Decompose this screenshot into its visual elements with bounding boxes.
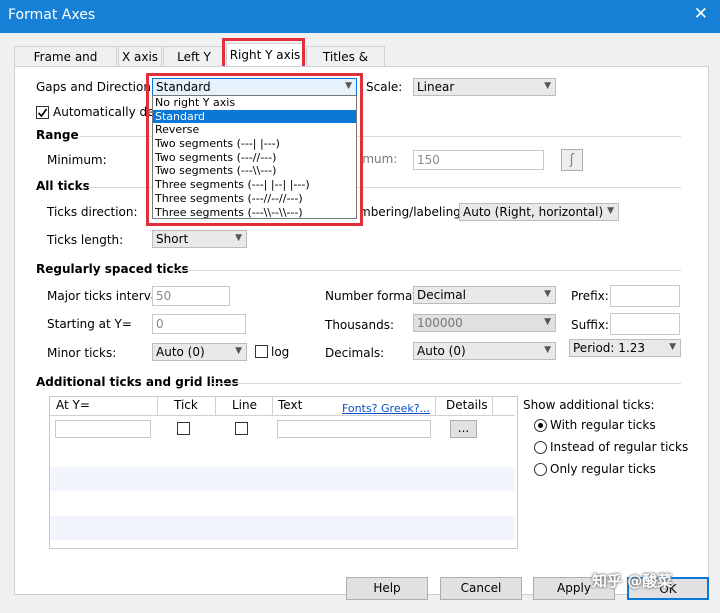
grid-row-stripe	[50, 516, 515, 540]
tab-x-axis[interactable]: X axis	[118, 46, 162, 68]
grid-col-divider	[157, 397, 158, 415]
all-ticks-section-title: All ticks	[36, 179, 90, 193]
fonts-greek-link[interactable]: Fonts? Greek?...	[342, 402, 430, 415]
decimals-value: Auto (0)	[417, 344, 466, 358]
show-additional-label: Show additional ticks:	[523, 398, 655, 412]
numbering-select[interactable]: Auto (Right, horizontal) ▼	[459, 203, 619, 221]
decimals-select[interactable]: Auto (0) ▼	[413, 342, 556, 360]
help-button[interactable]: Help	[346, 577, 428, 600]
details-button[interactable]: ...	[450, 420, 477, 438]
radio-instead-of-regular[interactable]	[534, 441, 547, 454]
text-input[interactable]	[277, 420, 431, 438]
ticks-length-value: Short	[156, 232, 189, 246]
thousands-select[interactable]: 100000 ▼	[413, 314, 556, 332]
grid-col-divider	[272, 397, 273, 415]
ticks-length-select[interactable]: Short ▼	[152, 230, 247, 248]
thousands-value: 100000	[417, 316, 463, 330]
tab-left-y-axis[interactable]: Left Y axis	[163, 46, 225, 84]
minor-ticks-select[interactable]: Auto (0) ▼	[152, 343, 247, 361]
chevron-down-icon: ▼	[235, 346, 242, 356]
prefix-label: Prefix:	[571, 289, 609, 303]
decimals-label: Decimals:	[325, 346, 385, 360]
maximum-label: imum:	[359, 152, 398, 166]
radio-with-regular-label: With regular ticks	[550, 418, 656, 432]
numbering-value: Auto (Right, horizontal)	[463, 205, 604, 219]
tick-checkbox[interactable]	[177, 422, 190, 435]
radio-only-regular[interactable]	[534, 463, 547, 476]
scale-value: Linear	[417, 80, 455, 94]
additional-section-title: Additional ticks and grid lines	[36, 375, 239, 389]
ticks-direction-label: Ticks direction:	[47, 205, 138, 219]
range-section-title: Range	[36, 128, 79, 142]
major-interval-input[interactable]: 50	[152, 286, 230, 306]
major-interval-label: Major ticks interval:	[47, 289, 166, 303]
grid-col-divider	[215, 397, 216, 415]
hook-button[interactable]: ʃ	[561, 149, 583, 171]
dialog-body: Frame and Origin X axis Left Y axis Righ…	[0, 33, 720, 613]
number-format-select[interactable]: Decimal ▼	[413, 286, 556, 304]
col-tick: Tick	[174, 398, 198, 412]
minor-ticks-value: Auto (0)	[156, 345, 205, 359]
log-label: log	[271, 345, 290, 359]
numbering-label: mbering/labeling:	[359, 205, 465, 219]
chevron-down-icon: ▼	[235, 233, 242, 243]
col-at-y: At Y=	[56, 398, 90, 412]
chevron-down-icon: ▼	[544, 81, 551, 91]
line-checkbox[interactable]	[235, 422, 248, 435]
radio-instead-of-regular-label: Instead of regular ticks	[550, 440, 689, 454]
chevron-down-icon: ▼	[669, 342, 676, 352]
at-y-input[interactable]	[55, 420, 151, 438]
window-title: Format Axes	[8, 7, 96, 23]
col-text: Text	[278, 398, 303, 412]
watermark: 知乎 @酸菜	[592, 572, 673, 590]
radio-with-regular[interactable]	[534, 419, 547, 432]
minimum-label: Minimum:	[47, 153, 107, 167]
chevron-down-icon: ▼	[544, 289, 551, 299]
number-format-label: Number format:	[325, 289, 422, 303]
starting-at-label: Starting at Y=	[47, 317, 132, 331]
additional-separator	[210, 383, 681, 384]
tab-frame-and-origin[interactable]: Frame and Origin	[14, 46, 117, 84]
regular-ticks-separator	[170, 270, 681, 271]
chevron-down-icon: ▼	[544, 317, 551, 327]
chevron-down-icon: ▼	[544, 345, 551, 355]
gaps-label: Gaps and Direction:	[36, 80, 155, 94]
log-checkbox[interactable]	[255, 345, 268, 358]
maximum-value: 150	[417, 153, 440, 167]
maximum-input[interactable]: 150	[413, 150, 544, 170]
title-bar: Format Axes ✕	[0, 0, 720, 33]
thousands-label: Thousands:	[325, 318, 395, 332]
dropdown-highlight-box	[146, 73, 363, 226]
chevron-down-icon: ▼	[607, 206, 614, 216]
suffix-label: Suffix:	[571, 318, 609, 332]
scale-label: Scale:	[366, 80, 403, 94]
tab-highlight-box	[222, 38, 305, 69]
cancel-button[interactable]: Cancel	[440, 577, 522, 600]
major-interval-value: 50	[156, 289, 172, 303]
radio-only-regular-label: Only regular ticks	[550, 462, 656, 476]
period-select[interactable]: Period: 1.23 ▼	[569, 339, 681, 357]
grid-row-stripe	[50, 467, 515, 491]
hook-icon: ʃ	[569, 152, 575, 168]
scale-select[interactable]: Linear ▼	[413, 78, 556, 96]
suffix-input[interactable]	[610, 313, 680, 335]
close-icon[interactable]: ✕	[694, 4, 708, 24]
check-icon	[37, 108, 48, 118]
regular-ticks-section-title: Regularly spaced ticks	[36, 262, 189, 276]
additional-ticks-grid: At Y= Tick Line Text Fonts? Greek?... De…	[49, 396, 518, 549]
col-line: Line	[232, 398, 258, 412]
minor-ticks-label: Minor ticks:	[47, 346, 117, 360]
tab-titles-and-fonts[interactable]: Titles & Fonts	[306, 46, 385, 84]
col-details: Details	[446, 398, 488, 412]
number-format-value: Decimal	[417, 288, 466, 302]
starting-at-value: 0	[156, 317, 164, 331]
ticks-length-label: Ticks length:	[47, 233, 124, 247]
grid-col-divider	[435, 397, 436, 415]
grid-col-divider	[492, 397, 493, 415]
period-value: Period: 1.23	[573, 341, 645, 355]
starting-at-input[interactable]: 0	[152, 314, 246, 334]
prefix-input[interactable]	[610, 285, 680, 307]
auto-determine-checkbox[interactable]	[36, 106, 49, 119]
